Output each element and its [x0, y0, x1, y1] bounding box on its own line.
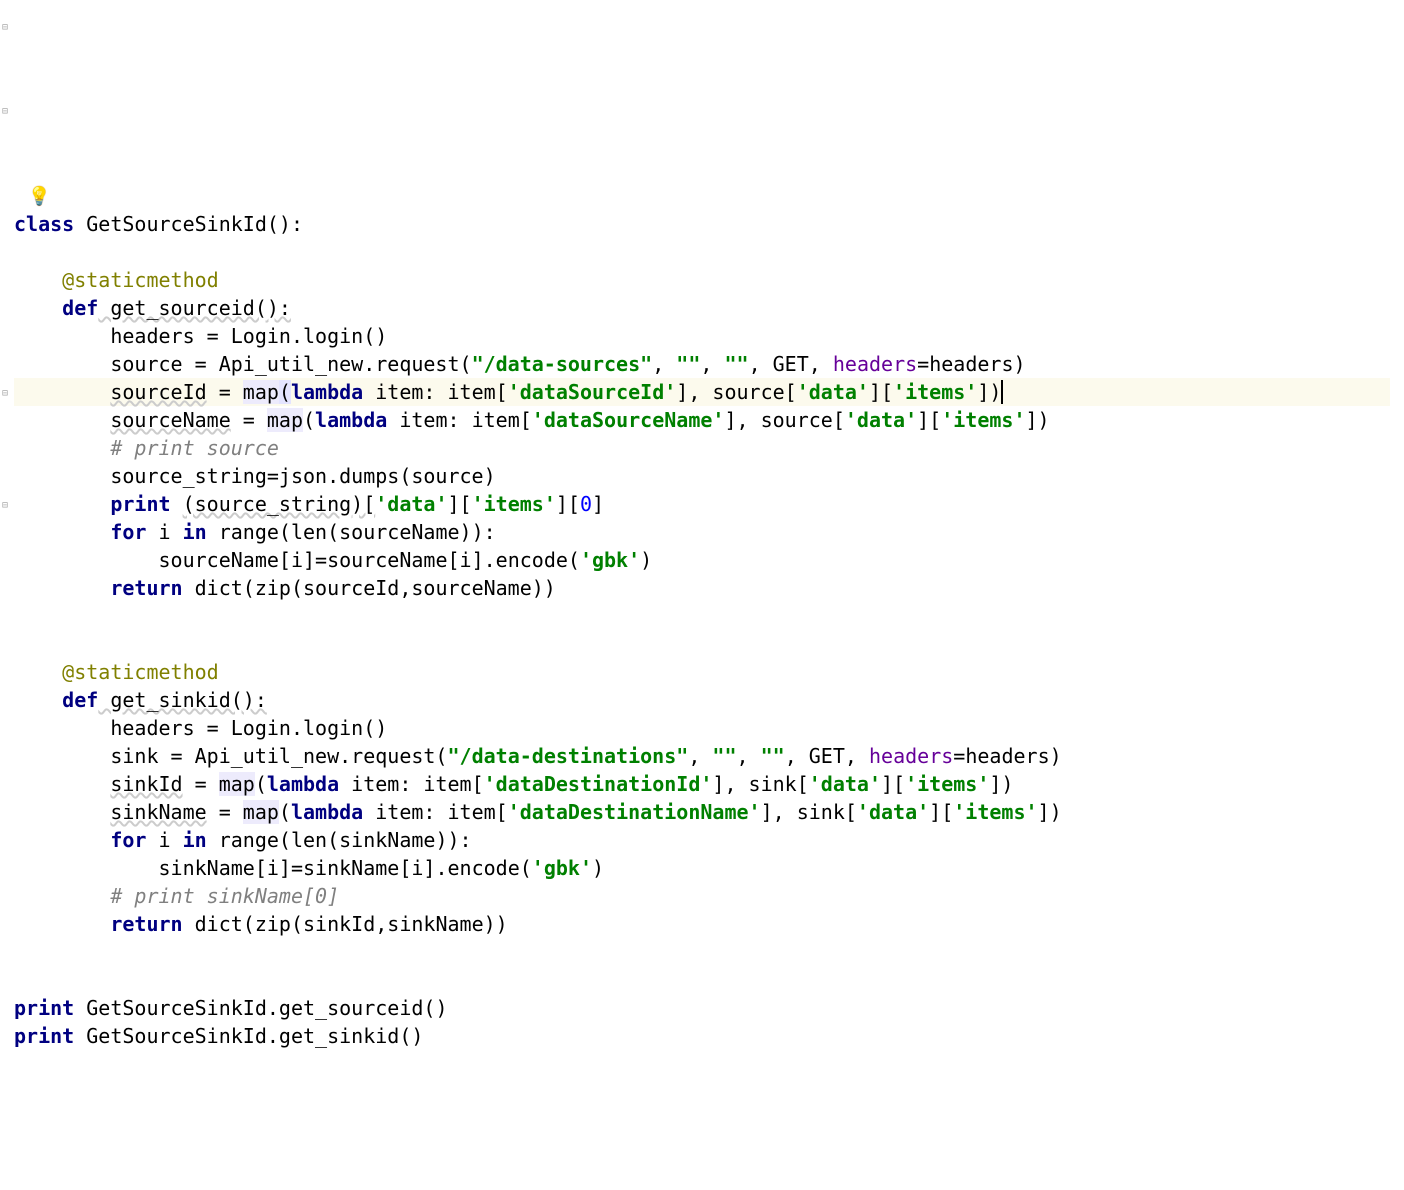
decorator: @staticmethod	[62, 268, 219, 292]
code-editor[interactable]: class GetSourceSinkId(): @staticmethod d…	[0, 196, 1404, 1050]
code-line: headers = Login.login()	[110, 324, 387, 348]
decorator: @staticmethod	[62, 660, 219, 684]
keyword-def: def	[62, 296, 98, 320]
keyword-class: class	[14, 212, 74, 236]
highlighted-line: sourceId = map(lambda item: item['dataSo…	[14, 378, 1390, 406]
text-caret	[1001, 380, 1003, 404]
string: "/data-sources"	[472, 352, 653, 376]
code-text: source = Api_util_new.request(	[110, 352, 471, 376]
comment: # print source	[110, 436, 279, 460]
func-name: get_sourceid():	[98, 296, 291, 320]
fold-icon[interactable]: ⊟	[2, 14, 8, 42]
code-line: source_string=json.dumps(source)	[110, 464, 495, 488]
intention-bulb-icon[interactable]: 💡	[28, 183, 50, 211]
fold-icon[interactable]: ⊟	[2, 98, 8, 126]
class-name: GetSourceSinkId():	[74, 212, 303, 236]
comment: # print sinkName[0]	[110, 884, 339, 908]
